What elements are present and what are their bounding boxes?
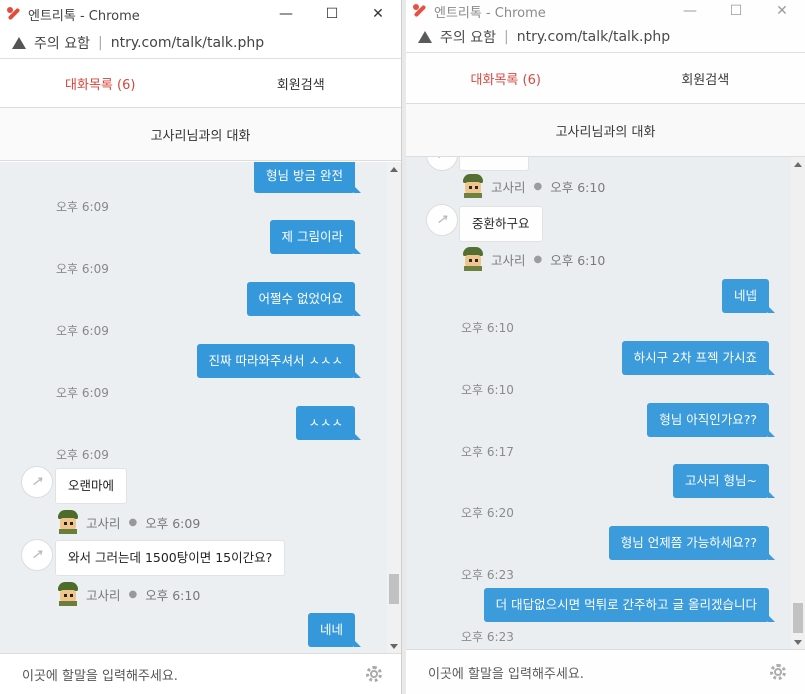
conversation-title: 고사리님과의 대화 <box>0 108 401 161</box>
message-bubble-in: 중환하구요 <box>459 206 543 242</box>
scroll-thumb[interactable] <box>793 603 803 633</box>
message-time: 오후 6:09 <box>56 200 109 214</box>
message-time: 오후 6:10 <box>550 252 606 268</box>
scroll-down-icon[interactable] <box>390 644 398 649</box>
message-bubble-in: 와서 그러는데 1500탕이면 15이간요? <box>55 540 286 576</box>
gear-icon[interactable] <box>365 665 383 683</box>
sender-name: 고사리 <box>491 179 526 195</box>
message-bubble-out: 고사리 형님~ <box>673 464 775 498</box>
minimize-icon[interactable]: — <box>263 0 309 28</box>
app-logo-icon <box>412 3 428 19</box>
sender-line: 고사리 ● 오후 6:10 <box>461 174 605 198</box>
message-time: 오후 6:10 <box>550 179 606 195</box>
window-title: 엔트리톡 - Chrome <box>28 8 140 24</box>
message-input-bar[interactable]: 이곳에 할말을 입력해주세요. <box>406 649 805 694</box>
message-bubble-out: 더 대답없으시면 먹튀로 간주하고 글 올리겠습니다 <box>483 588 776 622</box>
avatar-placeholder-icon: ↗ <box>426 157 458 171</box>
title-bar: 엔트리톡 - Chrome — ☐ ✕ <box>406 0 805 22</box>
conversation-title: 고사리님과의 대화 <box>406 104 805 157</box>
message-time: 오후 6:09 <box>56 262 109 276</box>
tab-conversation-list[interactable]: 대화목록 (6) <box>406 53 606 103</box>
scroll-up-icon[interactable] <box>794 162 802 167</box>
sender-line: 고사리 ● 오후 6:10 <box>56 582 200 606</box>
sender-name: 고사리 <box>491 252 526 268</box>
tab-bar: 대화목록 (6) 회원검색 <box>0 59 401 108</box>
chat-area[interactable]: 형님 방금 완전 오후 6:09 제 그림이라 오후 6:09 어쩔수 없었어요… <box>0 162 401 654</box>
user-avatar-icon <box>56 510 80 534</box>
close-icon[interactable]: ✕ <box>759 0 805 22</box>
message-bubble-in: 오랜마에 <box>55 468 128 504</box>
security-warning: 주의 요함 <box>34 36 90 52</box>
user-avatar-icon <box>56 582 80 606</box>
message-time: 오후 6:09 <box>56 448 109 462</box>
app-logo-icon <box>6 6 22 22</box>
url-text[interactable]: ntry.com/talk/talk.php <box>517 29 670 45</box>
scroll-up-icon[interactable] <box>390 167 398 172</box>
message-time: 오후 6:23 <box>461 568 514 582</box>
user-avatar-icon <box>461 247 485 271</box>
chat-window-right: 엔트리톡 - Chrome — ☐ ✕ 주의 요함 | ntry.com/tal… <box>406 0 805 694</box>
maximize-icon[interactable]: ☐ <box>713 0 759 22</box>
warning-icon <box>418 31 432 43</box>
message-input-bar[interactable]: 이곳에 할말을 입력해주세요. <box>0 653 401 694</box>
avatar-placeholder-icon: ↗ <box>21 539 53 571</box>
message-time: 오후 6:09 <box>56 324 109 338</box>
minimize-icon[interactable]: — <box>667 0 713 22</box>
message-time: 오후 6:17 <box>461 445 514 459</box>
sender-line: 고사리 ● 오후 6:09 <box>56 510 200 534</box>
message-input[interactable]: 이곳에 할말을 입력해주세요. <box>406 663 769 682</box>
message-bubble-out: 진짜 따라와주셔서 ㅅㅅㅅ <box>196 344 362 378</box>
message-bubble-out: 제 그림이라 <box>269 220 362 254</box>
chat-area[interactable]: ↗ 고사리 ● 오후 6:10 ↗ 중환하구요 고사리 ● 오후 6:10 네넵… <box>406 157 805 650</box>
message-time: 오후 6:09 <box>145 515 201 531</box>
message-time: 오후 6:10 <box>461 321 514 335</box>
message-time: 오후 6:10 <box>461 383 514 397</box>
message-bubble-out: ㅅㅅㅅ <box>296 406 361 440</box>
message-bubble-out: 네넵 <box>721 279 776 313</box>
avatar-placeholder-icon: ↗ <box>426 204 458 236</box>
message-bubble-out: 형님 방금 완전 <box>254 162 361 193</box>
message-input[interactable]: 이곳에 할말을 입력해주세요. <box>0 665 365 684</box>
address-bar[interactable]: 주의 요함 | ntry.com/talk/talk.php <box>406 22 805 53</box>
window-title: 엔트리톡 - Chrome <box>434 5 546 21</box>
scroll-down-icon[interactable] <box>794 640 802 645</box>
tab-member-search[interactable]: 회원검색 <box>201 59 402 107</box>
sender-name: 고사리 <box>86 515 121 531</box>
scrollbar[interactable] <box>387 162 401 654</box>
message-time: 오후 6:10 <box>145 587 201 603</box>
maximize-icon[interactable]: ☐ <box>309 0 355 28</box>
gear-icon[interactable] <box>769 663 787 681</box>
scroll-thumb[interactable] <box>389 574 399 604</box>
message-bubble-out: 네네 <box>307 613 362 647</box>
message-bubble-in <box>459 157 529 171</box>
message-time: 오후 6:09 <box>56 386 109 400</box>
message-time: 오후 6:20 <box>461 506 514 520</box>
avatar-placeholder-icon: ↗ <box>21 466 53 498</box>
message-time: 오후 6:23 <box>461 630 514 644</box>
url-text[interactable]: ntry.com/talk/talk.php <box>111 35 264 51</box>
user-avatar-icon <box>461 174 485 198</box>
tab-bar: 대화목록 (6) 회원검색 <box>406 53 805 104</box>
scrollbar[interactable] <box>791 157 805 650</box>
message-bubble-out: 하시구 2차 프젝 가시죠 <box>621 341 776 375</box>
message-bubble-out: 형님 언제쯤 가능하세요?? <box>608 526 776 560</box>
close-icon[interactable]: ✕ <box>355 0 401 28</box>
tab-conversation-list[interactable]: 대화목록 (6) <box>0 59 201 107</box>
title-bar: 엔트리톡 - Chrome — ☐ ✕ <box>0 0 401 28</box>
address-bar[interactable]: 주의 요함 | ntry.com/talk/talk.php <box>0 28 401 59</box>
security-warning: 주의 요함 <box>440 30 496 46</box>
message-bubble-out: 어쩔수 없었어요 <box>246 282 362 316</box>
sender-name: 고사리 <box>86 587 121 603</box>
warning-icon <box>12 37 26 49</box>
tab-member-search[interactable]: 회원검색 <box>606 53 805 103</box>
chat-window-left: 엔트리톡 - Chrome — ☐ ✕ 주의 요함 | ntry.com/tal… <box>0 0 402 694</box>
message-bubble-out: 형님 아직인가요?? <box>647 403 775 437</box>
sender-line: 고사리 ● 오후 6:10 <box>461 247 605 271</box>
